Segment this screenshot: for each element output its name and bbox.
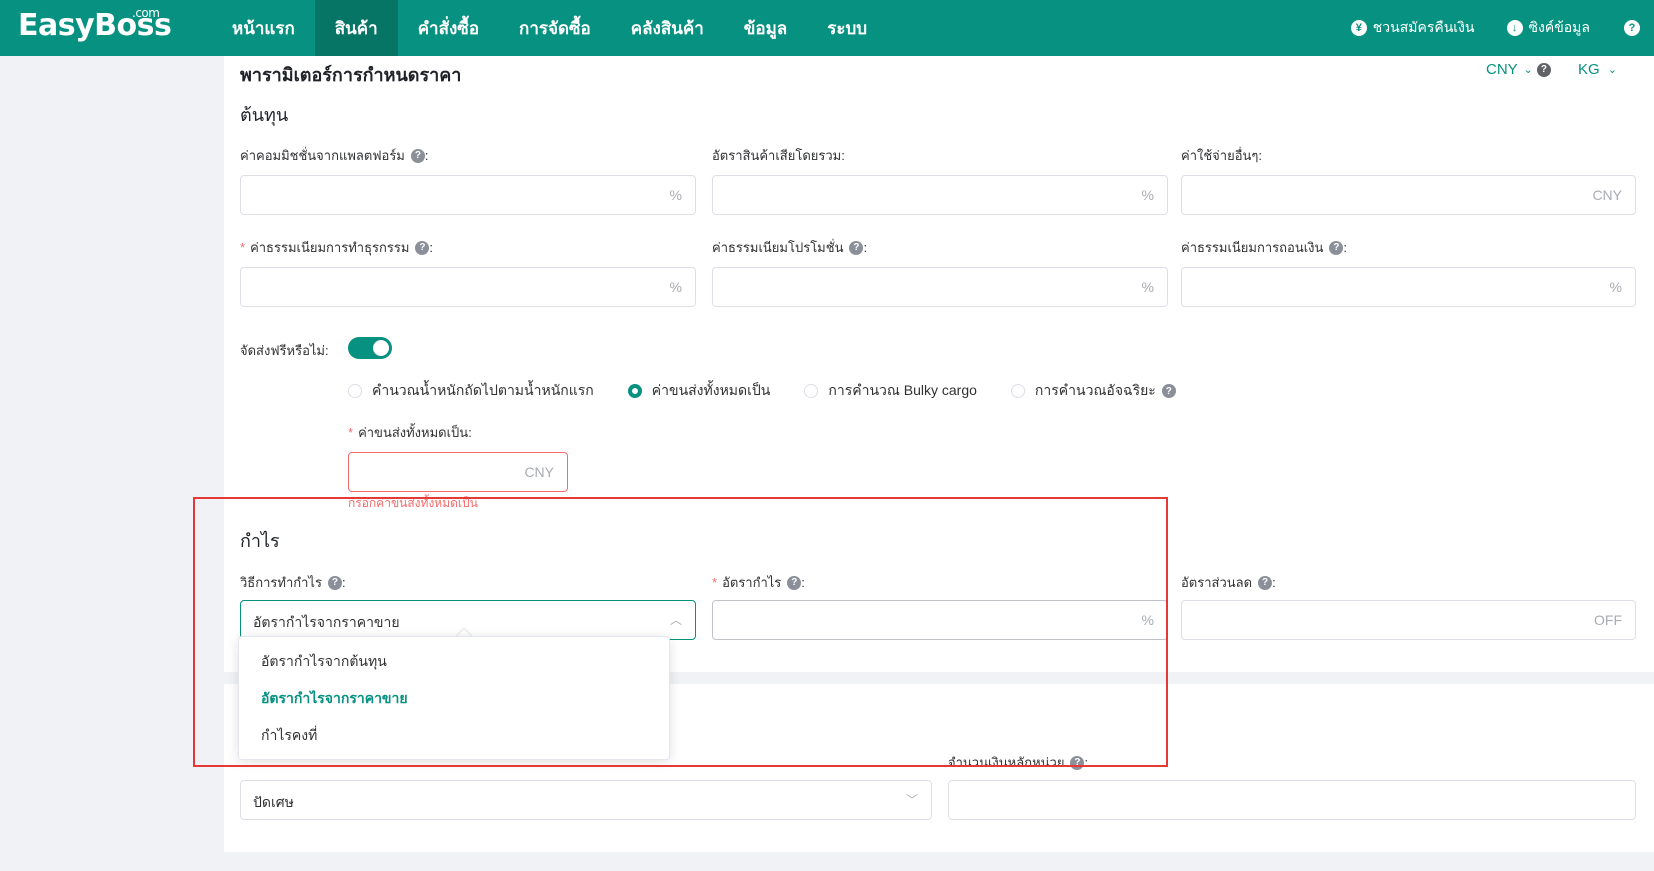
radio-circle (804, 384, 819, 398)
radio-total-shipping-label: ค่าขนส่งทั้งหมดเป็น (651, 382, 771, 398)
platform-commission-input[interactable]: % (240, 175, 696, 215)
radio-weight-calc-label: คำนวณน้ำหนักถัดไปตามน้ำหนักแรก (372, 382, 594, 398)
help-link[interactable]: ? (1624, 20, 1654, 36)
free-shipping-toggle[interactable] (348, 337, 392, 359)
top-right-actions: ¥ ชวนสมัครคืนเงิน ↓ ซิงค์ข้อมูล ? (1319, 0, 1654, 56)
chevron-down-icon: ⌄ (1607, 64, 1617, 76)
top-navbar: EasyBoss .com หน้าแรก สินค้า คำสั่งซื้อ ก… (0, 0, 1654, 56)
refund-invite-label: ชวนสมัครคืนเงิน (1372, 19, 1475, 35)
required-mark: * (348, 425, 354, 440)
damage-rate-input[interactable]: % (712, 175, 1168, 215)
cost-section-title: ต้นทุน (240, 105, 289, 125)
total-shipping-input[interactable]: CNY (348, 452, 568, 492)
currency-value: CNY (1486, 61, 1518, 78)
main-nav: หน้าแรก สินค้า คำสั่งซื้อ การจัดซื้อ คลั… (212, 0, 887, 56)
discount-rate-input[interactable]: OFF (1181, 600, 1636, 640)
required-mark: * (240, 240, 246, 255)
sync-data-label: ซิงค์ข้อมูล (1528, 19, 1591, 35)
cloud-download-icon: ↓ (1506, 20, 1523, 36)
shipping-calc-radio-group: คำนวณน้ำหนักถัดไปตามน้ำหนักแรก ค่าขนส่งท… (348, 380, 1210, 402)
total-shipping-label-text: ค่าขนส่งทั้งหมดเป็น: (358, 425, 472, 440)
transaction-fee-label-text: ค่าธรรมเนียมการทำธุรกรรม (250, 240, 410, 255)
currency-select[interactable]: CNY ⌄ ? (1486, 61, 1551, 78)
radio-bulky-cargo-label: การคำนวณ Bulky cargo (828, 382, 977, 398)
unit-amount-input[interactable] (948, 780, 1636, 820)
nav-item-home[interactable]: หน้าแรก (212, 0, 315, 56)
withdraw-fee-label: ค่าธรรมเนียมการถอนเงิน ?: (1181, 237, 1347, 258)
radio-circle (348, 384, 362, 398)
transaction-fee-input[interactable]: % (240, 267, 696, 307)
radio-weight-calc[interactable]: คำนวณน้ำหนักถัดไปตามน้ำหนักแรก (348, 380, 594, 402)
percent-suffix: % (1609, 279, 1622, 295)
promotion-fee-label: ค่าธรรมเนียมโปรโมชั่น ?: (712, 237, 867, 258)
radio-bulky-cargo[interactable]: การคำนวณ Bulky cargo (804, 380, 977, 402)
help-icon[interactable]: ? (1161, 384, 1176, 398)
percent-suffix: % (669, 187, 682, 203)
weight-unit-select[interactable]: KG ⌄ (1578, 61, 1617, 78)
help-icon[interactable]: ? (1258, 575, 1273, 590)
help-icon[interactable]: ? (415, 240, 430, 255)
other-expenses-input[interactable]: CNY (1181, 175, 1636, 215)
rounding-select[interactable]: ปัดเศษ ﹀ (240, 780, 932, 820)
nav-item-data[interactable]: ข้อมูล (724, 0, 807, 56)
nav-item-warehouse[interactable]: คลังสินค้า (611, 0, 724, 56)
yen-icon: ¥ (1350, 20, 1367, 36)
help-icon[interactable]: ? (410, 148, 425, 163)
radio-circle-checked (627, 384, 642, 398)
platform-commission-label: ค่าคอมมิชชั่นจากแพลตฟอร์ม ?: (240, 145, 429, 166)
withdraw-fee-label-text: ค่าธรรมเนียมการถอนเงิน (1181, 240, 1324, 255)
platform-commission-label-text: ค่าคอมมิชชั่นจากแพลตฟอร์ม (240, 148, 405, 163)
promotion-fee-input[interactable]: % (712, 267, 1168, 307)
page-title: พารามิเตอร์การกำหนดราคา (240, 65, 462, 85)
rounding-value: ปัดเศษ (253, 794, 294, 810)
percent-suffix: % (669, 279, 682, 295)
currency-help-icon[interactable]: ? (1536, 62, 1551, 77)
promotion-fee-label-text: ค่าธรรมเนียมโปรโมชั่น (712, 240, 844, 255)
toggle-knob (373, 340, 389, 356)
help-icon[interactable]: ? (1329, 240, 1344, 255)
nav-item-system[interactable]: ระบบ (807, 0, 887, 56)
chevron-down-icon: ﹀ (905, 793, 918, 807)
nav-item-products[interactable]: สินค้า (314, 0, 398, 56)
easyboss-logo[interactable]: EasyBoss .com (18, 6, 172, 43)
radio-smart-calc[interactable]: การคำนวณอัจฉริยะ ? (1010, 380, 1176, 402)
total-shipping-label: * ค่าขนส่งทั้งหมดเป็น: (348, 422, 472, 443)
percent-suffix: % (1141, 187, 1154, 203)
free-shipping-label: จัดส่งฟรีหรือไม่: (240, 343, 329, 358)
percent-suffix: % (1141, 279, 1154, 295)
withdraw-fee-input[interactable]: % (1181, 267, 1636, 307)
highlight-annotation-box (193, 497, 1168, 767)
cny-suffix: CNY (1592, 187, 1622, 203)
help-icon[interactable]: ? (849, 240, 864, 255)
chevron-down-icon: ⌄ (1523, 64, 1533, 76)
damage-rate-label: อัตราสินค้าเสียโดยรวม: (712, 148, 845, 163)
radio-smart-calc-label: การคำนวณอัจฉริยะ (1034, 382, 1156, 398)
cny-suffix: CNY (524, 464, 554, 480)
nav-item-purchasing[interactable]: การจัดซื้อ (499, 0, 611, 56)
help-icon: ? (1624, 20, 1640, 36)
discount-rate-label: อัตราส่วนลด ?: (1181, 572, 1276, 593)
nav-item-orders[interactable]: คำสั่งซื้อ (398, 0, 499, 56)
discount-rate-label-text: อัตราส่วนลด (1181, 575, 1253, 590)
transaction-fee-label: * ค่าธรรมเนียมการทำธุรกรรม ?: (240, 237, 433, 258)
logo-suffix: .com (132, 6, 160, 20)
radio-total-shipping[interactable]: ค่าขนส่งทั้งหมดเป็น (627, 380, 771, 402)
radio-circle (1010, 384, 1025, 398)
other-expenses-label: ค่าใช้จ่ายอื่นๆ: (1181, 148, 1262, 163)
refund-invite-link[interactable]: ¥ ชวนสมัครคืนเงิน (1350, 17, 1475, 39)
off-suffix: OFF (1594, 612, 1622, 628)
weight-unit-value: KG (1578, 61, 1600, 78)
sync-data-link[interactable]: ↓ ซิงค์ข้อมูล (1506, 17, 1591, 39)
